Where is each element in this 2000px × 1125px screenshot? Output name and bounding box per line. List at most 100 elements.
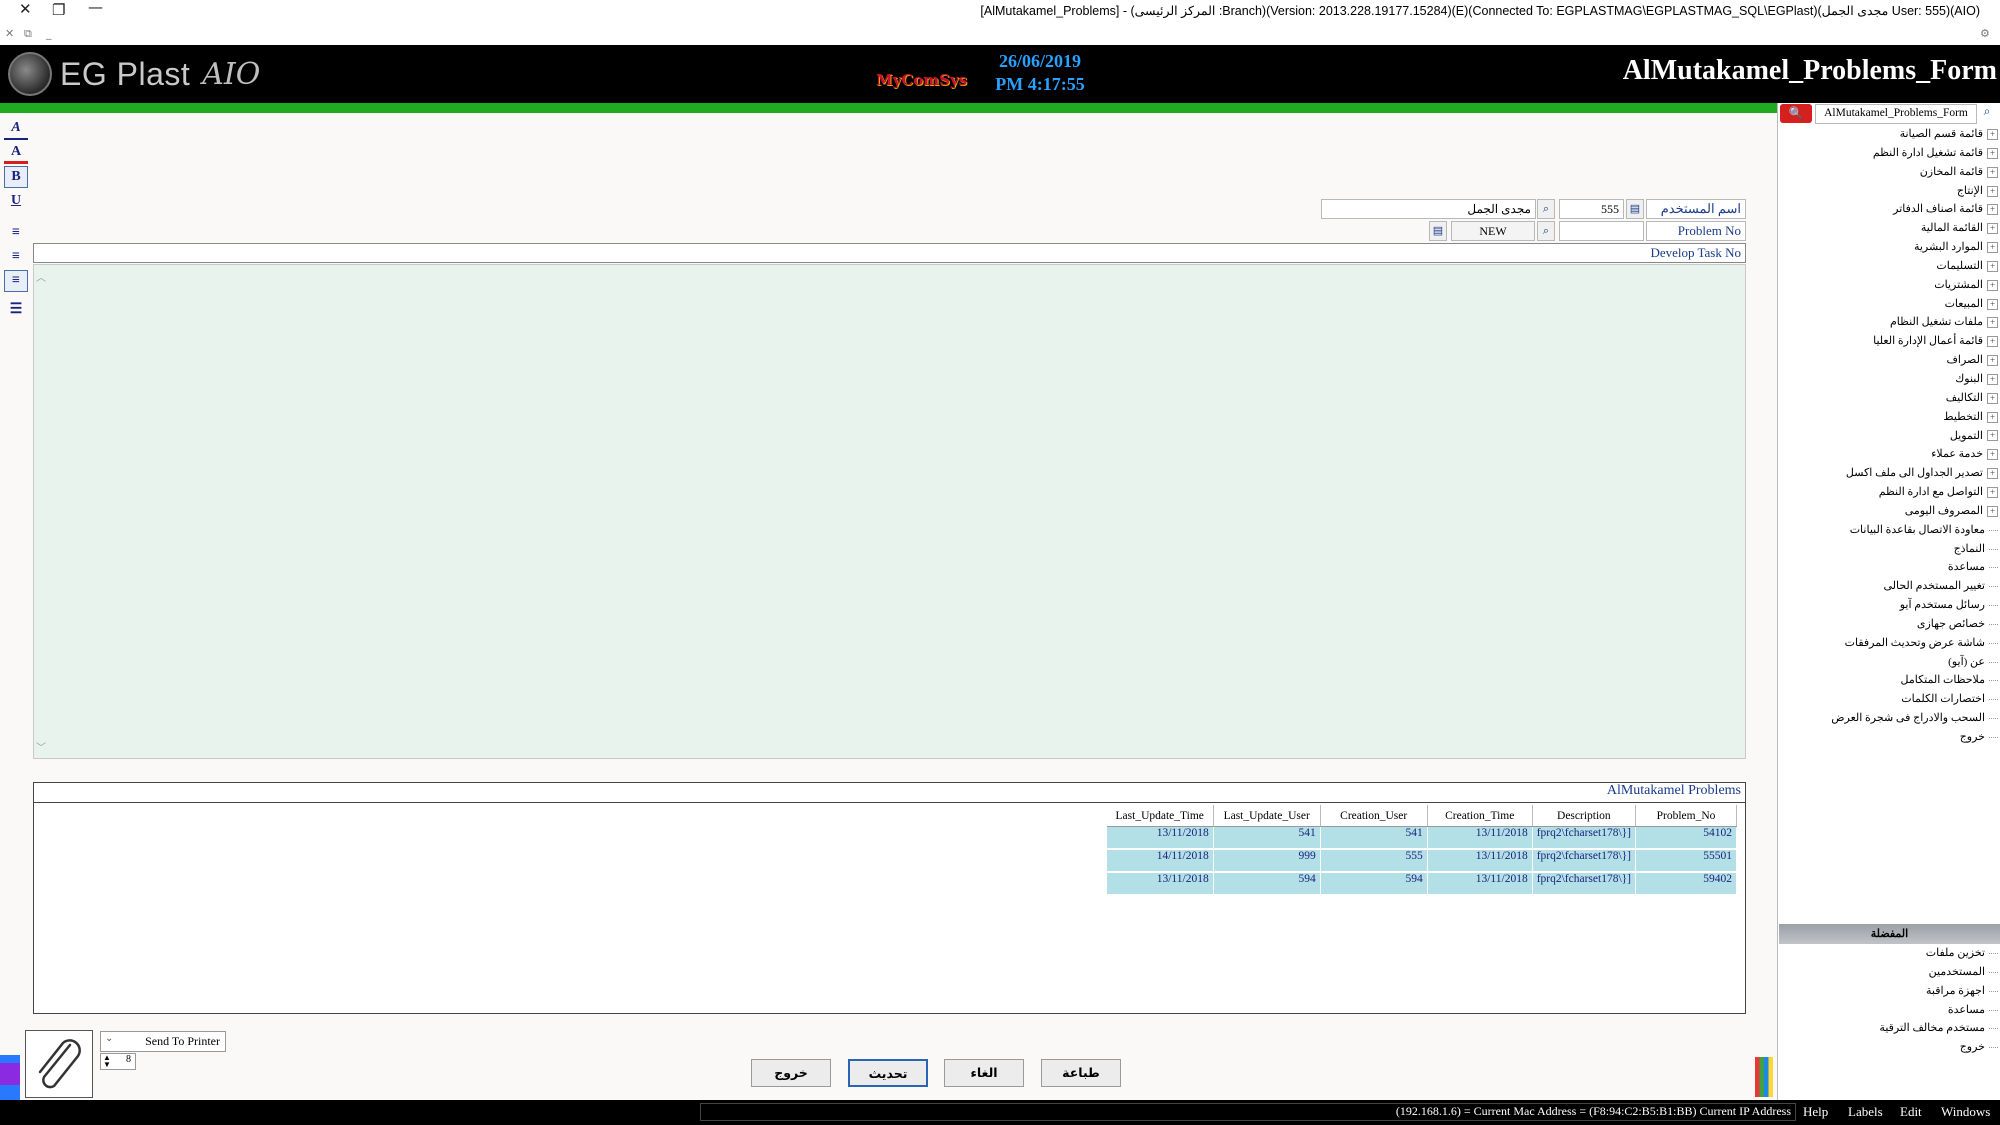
attachment-button[interactable] [25, 1030, 93, 1098]
column-header[interactable]: Description [1532, 805, 1637, 827]
menu-windows[interactable]: Windows [1941, 1104, 1990, 1120]
cancel-button[interactable]: الغاء [944, 1059, 1024, 1087]
expand-icon[interactable]: + [1987, 204, 1998, 216]
tree-item[interactable]: + قائمة قسم الصيانة [1783, 125, 1998, 144]
column-header[interactable]: Problem_No [1635, 805, 1737, 827]
expand-icon[interactable]: + [1987, 242, 1998, 254]
expand-icon[interactable]: + [1987, 430, 1998, 442]
menu-help[interactable]: Help [1803, 1104, 1828, 1120]
font-style-icon[interactable]: A [4, 118, 28, 140]
favorite-item[interactable]: مستخدم مخالف الترقية [1783, 1019, 1998, 1038]
tree-item[interactable]: خروج [1783, 728, 1998, 747]
settings-icon[interactable]: ⚙ [1980, 27, 1990, 40]
tree-item[interactable]: + التخطيط [1783, 408, 1998, 427]
table-row[interactable]: 13/11/2018 594 594 13/11/2018 fprq2\fcha… [1106, 872, 1737, 896]
favorite-item[interactable]: مساعدة [1783, 1001, 1998, 1020]
align-right-icon[interactable]: ≡ [4, 270, 28, 292]
tree-item[interactable]: + التكاليف [1783, 389, 1998, 408]
tree-item[interactable]: + القائمة المالية [1783, 219, 1998, 238]
user-code-field[interactable]: 555 [1559, 199, 1624, 219]
favorite-item[interactable]: تخزين ملفات [1783, 944, 1998, 963]
menu-edit[interactable]: Edit [1900, 1104, 1922, 1120]
tree-item[interactable]: عن (آيو) [1783, 653, 1998, 672]
underline-icon[interactable]: U [4, 190, 28, 212]
side-tab-purple[interactable] [0, 1063, 20, 1085]
tree-item[interactable]: رسائل مستخدم آيو [1783, 596, 1998, 615]
tree-item[interactable]: + قائمة تشغيل ادارة النظم [1783, 144, 1998, 163]
copies-spinner[interactable]: ▲ ▼ 8 [100, 1053, 136, 1070]
favorite-item[interactable]: خروج [1783, 1038, 1998, 1057]
print-destination-select[interactable]: ⌄ Send To Printer [100, 1031, 226, 1052]
tree-item[interactable]: + التمويل [1783, 427, 1998, 446]
tree-item[interactable]: + قائمة المخازن [1783, 163, 1998, 182]
user-name-field[interactable]: مجدى الجمل [1321, 199, 1536, 219]
close-window-icon[interactable]: ✕ [19, 0, 32, 18]
column-header[interactable]: Creation_User [1320, 805, 1428, 827]
problem-search-icon[interactable]: ⌕ [1537, 221, 1555, 241]
tree-item[interactable]: + الصراف [1783, 351, 1998, 370]
tree-item[interactable]: + ملفات تشغيل النظام [1783, 313, 1998, 332]
expand-icon[interactable]: + [1987, 147, 1998, 159]
expand-icon[interactable]: + [1987, 449, 1998, 461]
expand-icon[interactable]: + [1987, 317, 1998, 329]
tree-item[interactable]: معاودة الاتصال بقاعدة البيانات [1783, 521, 1998, 540]
mdi-restore-icon[interactable]: ⧉ [24, 27, 32, 41]
search-icon[interactable]: ⌕ [1978, 104, 1996, 124]
status-lookup-icon[interactable]: ▤ [1429, 221, 1447, 241]
expand-icon[interactable]: + [1987, 166, 1998, 178]
scroll-up-icon[interactable]: ︿ [36, 269, 46, 284]
tree-item[interactable]: تغيير المستخدم الحالى [1783, 577, 1998, 596]
user-lookup-icon[interactable]: ▤ [1626, 199, 1644, 219]
tree-item[interactable]: اختصارات الكلمات [1783, 690, 1998, 709]
align-center-icon[interactable]: ≡ [4, 246, 28, 268]
expand-icon[interactable]: + [1987, 336, 1998, 348]
tree-item[interactable]: السحب والادراج فى شجرة العرض [1783, 709, 1998, 728]
expand-icon[interactable]: + [1987, 505, 1998, 517]
spinner-arrows-icon[interactable]: ▲ ▼ [103, 1054, 111, 1069]
tree-item[interactable]: النماذج [1783, 540, 1998, 559]
table-row[interactable]: 14/11/2018 999 555 13/11/2018 fprq2\fcha… [1106, 849, 1737, 873]
color-pencils-icon[interactable] [1755, 1057, 1773, 1097]
tree-item[interactable]: ملاحظات المتكامل [1783, 671, 1998, 690]
align-left-icon[interactable]: ≡ [4, 222, 28, 244]
column-header[interactable]: Last_Update_User [1213, 805, 1321, 827]
tree-item[interactable]: + الموارد البشرية [1783, 238, 1998, 257]
problem-text-editor[interactable]: ︿ ﹀ [33, 264, 1746, 759]
column-header[interactable]: Last_Update_Time [1106, 805, 1214, 827]
favorite-item[interactable]: اجهزة مراقبة [1783, 982, 1998, 1001]
expand-icon[interactable]: + [1987, 298, 1998, 310]
expand-icon[interactable]: + [1987, 223, 1998, 235]
tree-item[interactable]: + البنوك [1783, 370, 1998, 389]
user-search-icon[interactable]: ⌕ [1537, 199, 1555, 219]
table-row[interactable]: 13/11/2018 541 541 13/11/2018 fprq2\fcha… [1106, 826, 1737, 850]
expand-icon[interactable]: + [1987, 260, 1998, 272]
expand-icon[interactable]: + [1987, 468, 1998, 480]
minimize-window-icon[interactable]: — [88, 0, 103, 16]
mdi-close-icon[interactable]: ✕ [5, 27, 14, 40]
bullet-list-icon[interactable]: ☰ [4, 298, 28, 320]
update-button[interactable]: تحديث [848, 1059, 928, 1087]
tree-item[interactable]: + قائمة اصناف الدفاتر [1783, 200, 1998, 219]
expand-icon[interactable]: + [1987, 411, 1998, 423]
expand-icon[interactable]: + [1987, 185, 1998, 197]
tree-item[interactable]: + خدمة عملاء [1783, 445, 1998, 464]
favorite-item[interactable]: المستخدمين [1783, 963, 1998, 982]
expand-icon[interactable]: + [1987, 487, 1998, 498]
column-header[interactable]: Creation_Time [1427, 805, 1533, 827]
expand-icon[interactable]: + [1987, 392, 1998, 404]
menu-labels[interactable]: Labels [1848, 1104, 1883, 1120]
expand-icon[interactable]: + [1987, 355, 1998, 367]
tree-item[interactable]: + المبيعات [1783, 295, 1998, 314]
mdi-minimize-icon[interactable]: _ [46, 27, 52, 40]
expand-icon[interactable]: + [1987, 128, 1998, 140]
tree-item[interactable]: + قائمة أعمال الإدارة العليا [1783, 332, 1998, 351]
tree-item[interactable]: مساعدة [1783, 558, 1998, 577]
tree-item[interactable]: + تصدير الجداول الى ملف اكسل [1783, 464, 1998, 483]
tree-item[interactable]: + المشتريات [1783, 276, 1998, 295]
exit-button[interactable]: خروج [751, 1059, 831, 1087]
tree-item[interactable]: خصائص جهازى [1783, 615, 1998, 634]
restore-window-icon[interactable]: ❐ [52, 1, 65, 19]
sidebar-search-input[interactable]: AlMutakamel_Problems_Form [1815, 104, 1977, 124]
expand-icon[interactable]: + [1987, 373, 1998, 385]
tree-item[interactable]: شاشة عرض وتحديث المرفقات [1783, 634, 1998, 653]
